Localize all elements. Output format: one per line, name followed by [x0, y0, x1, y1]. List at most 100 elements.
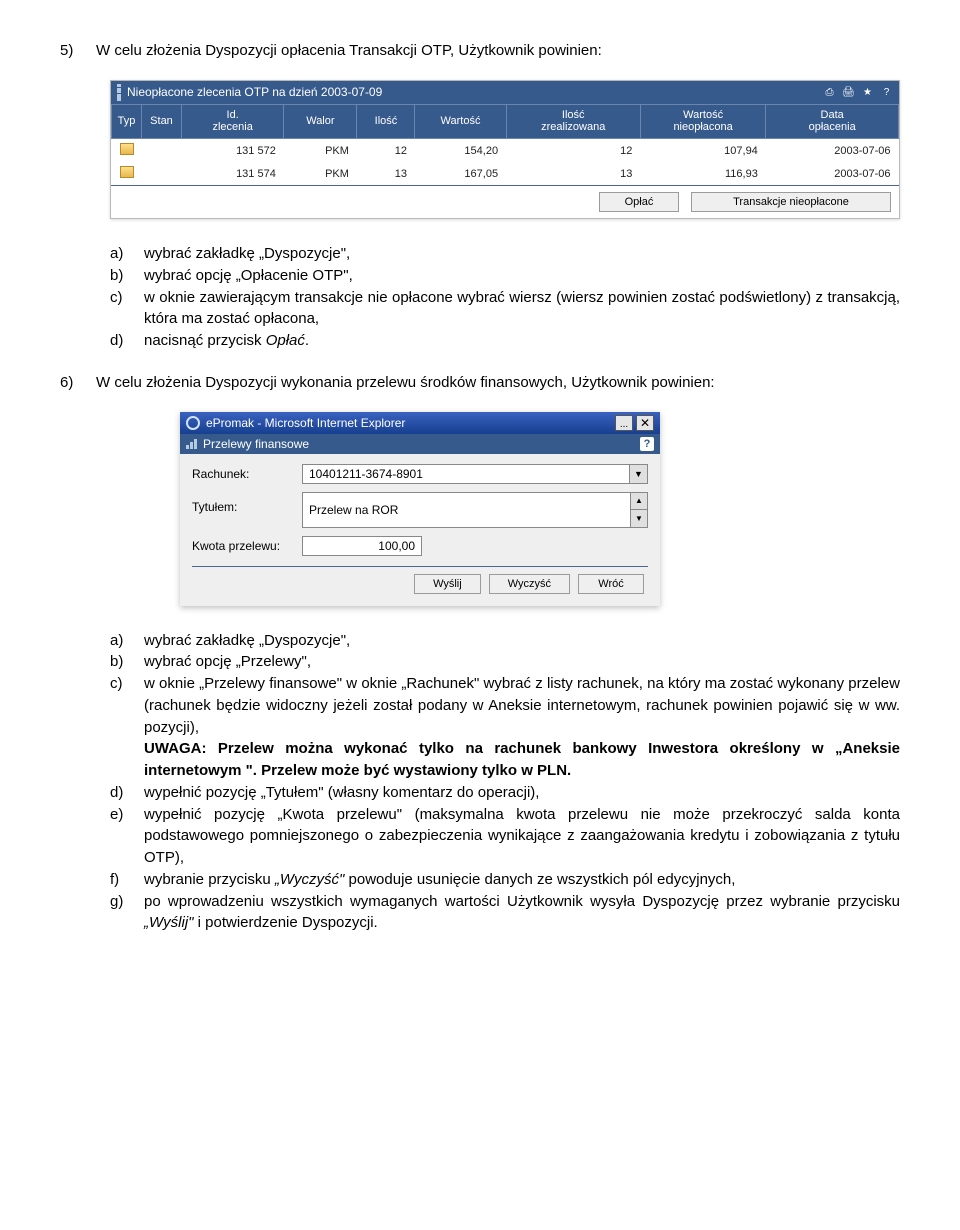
- item-label: b): [110, 265, 144, 287]
- window-icons: ⎙ 🖨 ★ ?: [823, 86, 893, 98]
- tytulem-spinner[interactable]: ▲ ▼: [631, 492, 648, 528]
- txt-pre: po wprowadzeniu wszystkich wymaganych wa…: [144, 893, 900, 910]
- item-text: wybranie przycisku „Wyczyść" powoduje us…: [144, 869, 900, 891]
- item-label: d): [110, 782, 144, 804]
- help-icon[interactable]: ?: [640, 437, 654, 451]
- item-text: wypełnić pozycję „Kwota przelewu" (maksy…: [144, 804, 900, 869]
- th-ilosc: Ilość: [357, 104, 415, 138]
- item-text: po wprowadzeniu wszystkich wymaganych wa…: [144, 891, 900, 935]
- item-6e: e) wypełnić pozycję „Kwota przelewu" (ma…: [110, 804, 900, 869]
- th-data: Data opłacenia: [766, 104, 899, 138]
- bars-icon: [186, 439, 197, 449]
- th-stan: Stan: [142, 104, 182, 138]
- ie-title: ePromak - Microsoft Internet Explorer: [206, 416, 615, 430]
- th-id: Id. zlecenia: [182, 104, 284, 138]
- item-text: wybrać zakładkę „Dyspozycje",: [144, 243, 900, 265]
- disk-icon: [120, 143, 134, 155]
- label-tytulem: Tytułem:: [192, 492, 302, 514]
- item-text: wypełnić pozycję „Tytułem" (własny komen…: [144, 782, 900, 804]
- screenshot-otp-window: Nieopłacone zlecenia OTP na dzień 2003-0…: [110, 80, 900, 219]
- item-label: d): [110, 330, 144, 352]
- cell-iloscz: 12: [506, 139, 640, 163]
- item-label: b): [110, 651, 144, 673]
- cell-wartosc: 167,05: [415, 162, 506, 185]
- th-ilosc-zreal: Ilość zrealizowana: [506, 104, 640, 138]
- oplac-button[interactable]: Opłać: [599, 192, 679, 212]
- th-wartosc-nieopl: Wartość nieopłacona: [640, 104, 765, 138]
- form-footer: Wyślij Wyczyść Wróć: [192, 566, 648, 596]
- item-label: a): [110, 243, 144, 265]
- txt-bold: UWAGA: Przelew można wykonać tylko na ra…: [144, 740, 900, 779]
- cell-stan: [142, 139, 182, 163]
- cell-wartn: 107,94: [640, 139, 765, 163]
- cell-data: 2003-07-06: [766, 162, 899, 185]
- item-6c: c) w oknie „Przelewy finansowe" w oknie …: [110, 673, 900, 782]
- section-5-text: W celu złożenia Dyspozycji opłacenia Tra…: [96, 40, 900, 62]
- cell-iloscz: 13: [506, 162, 640, 185]
- otp-table: Typ Stan Id. zlecenia Walor Ilość Wartoś…: [111, 104, 899, 185]
- txt-post: .: [305, 332, 309, 349]
- print-icon[interactable]: ⎙: [823, 86, 836, 98]
- section-5-num: 5): [60, 40, 96, 62]
- txt-pre: wybranie przycisku: [144, 871, 275, 888]
- table-row[interactable]: 131 572 PKM 12 154,20 12 107,94 2003-07-…: [112, 139, 899, 163]
- help-icon[interactable]: ?: [880, 86, 893, 98]
- cell-ilosc: 12: [357, 139, 415, 163]
- window-title: Nieopłacone zlecenia OTP na dzień 2003-0…: [127, 85, 823, 99]
- wyczysc-button[interactable]: Wyczyść: [489, 574, 570, 594]
- item-label: g): [110, 891, 144, 935]
- cell-wartosc: 154,20: [415, 139, 506, 163]
- wroc-button[interactable]: Wróć: [578, 574, 644, 594]
- window-titlebar: Nieopłacone zlecenia OTP na dzień 2003-0…: [111, 81, 899, 104]
- ie-titlebar: ePromak - Microsoft Internet Explorer ..…: [180, 412, 660, 434]
- cell-data: 2003-07-06: [766, 139, 899, 163]
- txt-post: i potwierdzenie Dyspozycji.: [193, 914, 377, 931]
- item-6d: d) wypełnić pozycję „Tytułem" (własny ko…: [110, 782, 900, 804]
- item-text: wybrać zakładkę „Dyspozycje",: [144, 630, 900, 652]
- cell-ilosc: 13: [357, 162, 415, 185]
- screenshot-przelewy-window: ePromak - Microsoft Internet Explorer ..…: [180, 412, 660, 606]
- item-label: e): [110, 804, 144, 869]
- minimize-icon[interactable]: ...: [615, 415, 633, 431]
- rachunek-select[interactable]: ▼: [302, 464, 648, 484]
- item-5c: c) w oknie zawierającym transakcje nie o…: [110, 287, 900, 331]
- section-5: 5) W celu złożenia Dyspozycji opłacenia …: [60, 40, 900, 62]
- rachunek-input[interactable]: [302, 464, 630, 484]
- row-type-icon: [112, 139, 142, 163]
- item-text: nacisnąć przycisk Opłać.: [144, 330, 900, 352]
- cell-stan: [142, 162, 182, 185]
- list-5: a) wybrać zakładkę „Dyspozycje", b) wybr…: [110, 243, 900, 352]
- ie-icon: [186, 416, 200, 430]
- chevron-up-icon[interactable]: ▲: [631, 493, 647, 510]
- table-row[interactable]: 131 574 PKM 13 167,05 13 116,93 2003-07-…: [112, 162, 899, 185]
- item-label: c): [110, 287, 144, 331]
- item-text: w oknie „Przelewy finansowe" w oknie „Ra…: [144, 673, 900, 782]
- printer-icon[interactable]: 🖨: [842, 86, 855, 98]
- item-label: f): [110, 869, 144, 891]
- chevron-down-icon[interactable]: ▼: [630, 464, 648, 484]
- close-icon[interactable]: ✕: [636, 415, 654, 431]
- item-5b: b) wybrać opcję „Opłacenie OTP",: [110, 265, 900, 287]
- chevron-down-icon[interactable]: ▼: [631, 509, 647, 527]
- row-type-icon: [112, 162, 142, 185]
- label-rachunek: Rachunek:: [192, 467, 302, 481]
- item-6a: a) wybrać zakładkę „Dyspozycje",: [110, 630, 900, 652]
- item-text: wybrać opcję „Opłacenie OTP",: [144, 265, 900, 287]
- tytulem-input[interactable]: [302, 492, 631, 528]
- transakcje-nieoplacone-button[interactable]: Transakcje nieopłacone: [691, 192, 891, 212]
- row-tytulem: Tytułem: ▲ ▼: [192, 492, 648, 528]
- item-label: a): [110, 630, 144, 652]
- star-icon[interactable]: ★: [861, 86, 874, 98]
- label-kwota: Kwota przelewu:: [192, 539, 302, 553]
- wyslij-button[interactable]: Wyślij: [414, 574, 481, 594]
- form-body: Rachunek: ▼ Tytułem: ▲ ▼ Kwota przelewu:…: [180, 454, 660, 606]
- cell-wartn: 116,93: [640, 162, 765, 185]
- cell-walor: PKM: [284, 139, 357, 163]
- kwota-input[interactable]: [302, 536, 422, 556]
- txt-post: powoduje usunięcie danych ze wszystkich …: [344, 871, 735, 888]
- sub-titlebar: Przelewy finansowe ?: [180, 434, 660, 454]
- txt-main: w oknie „Przelewy finansowe" w oknie „Ra…: [144, 675, 900, 736]
- row-rachunek: Rachunek: ▼: [192, 464, 648, 484]
- section-6: 6) W celu złożenia Dyspozycji wykonania …: [60, 372, 900, 394]
- item-6f: f) wybranie przycisku „Wyczyść" powoduje…: [110, 869, 900, 891]
